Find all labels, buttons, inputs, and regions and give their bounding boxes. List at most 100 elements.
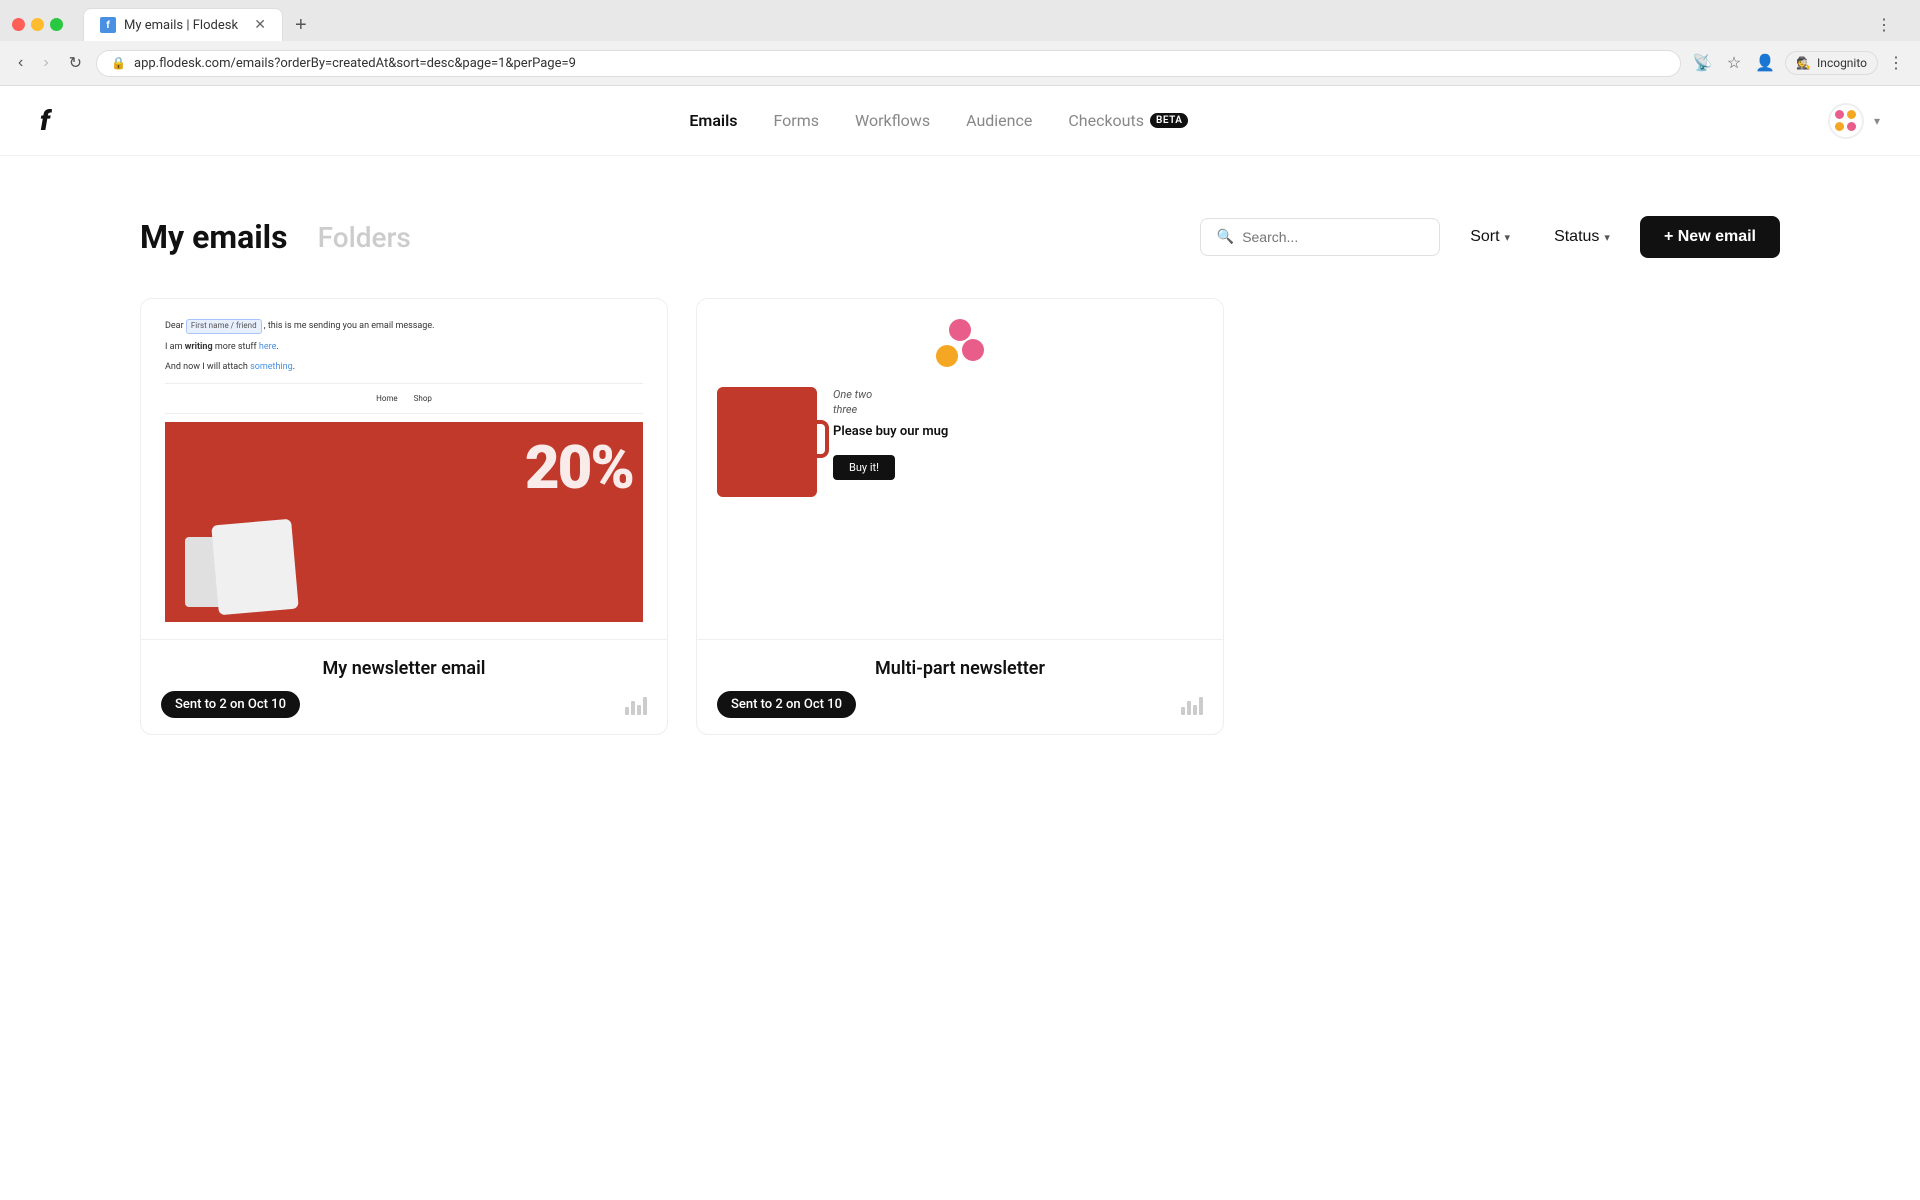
email-card-title-1: My newsletter email xyxy=(161,658,647,679)
avatar-chevron-icon[interactable]: ▾ xyxy=(1874,114,1880,128)
browser-menu-button[interactable]: ⋮ xyxy=(1872,11,1896,39)
sale-text: 20% xyxy=(525,432,633,503)
avatar-dot-4 xyxy=(1847,122,1856,131)
bar-4 xyxy=(643,697,647,715)
search-icon: 🔍 xyxy=(1217,229,1234,245)
email-preview-2: One twothree Please buy our mug Buy it! xyxy=(697,299,1223,639)
app-logo: f xyxy=(40,104,50,137)
status-chevron-icon: ▾ xyxy=(1604,231,1610,244)
active-tab[interactable]: f My emails | Flodesk ✕ xyxy=(83,8,283,41)
avatar-dot-2 xyxy=(1847,110,1856,119)
merge-tag: First name / friend xyxy=(186,319,262,334)
avatar-dots xyxy=(1835,110,1857,132)
mug-shape-1 xyxy=(211,518,299,615)
preview-content: One twothree Please buy our mug Buy it! xyxy=(717,387,1203,497)
tab-title: My emails | Flodesk xyxy=(124,18,238,33)
search-input[interactable] xyxy=(1242,229,1423,245)
email-card-bottom-2: Sent to 2 on Oct 10 xyxy=(717,691,1203,718)
nav-emails[interactable]: Emails xyxy=(689,111,737,130)
close-window-button[interactable] xyxy=(12,18,25,31)
preview-link: here xyxy=(259,342,276,352)
email-card[interactable]: Dear First name / friend , this is me se… xyxy=(140,298,668,735)
email-card-2[interactable]: One twothree Please buy our mug Buy it! … xyxy=(696,298,1224,735)
bar-d xyxy=(1199,697,1203,715)
preview-image-1: 20% xyxy=(165,422,643,622)
mug-title: Please buy our mug xyxy=(833,424,1203,439)
bar-a xyxy=(1181,707,1185,715)
back-button[interactable]: ‹ xyxy=(12,50,29,76)
page-title-group: My emails Folders xyxy=(140,218,411,256)
sent-badge-1: Sent to 2 on Oct 10 xyxy=(161,691,300,718)
profile-icon[interactable]: 👤 xyxy=(1751,49,1779,77)
app-header: f Emails Forms Workflows Audience Checko… xyxy=(0,86,1920,156)
new-email-button[interactable]: + New email xyxy=(1640,216,1780,258)
logo-dot-right xyxy=(962,339,984,361)
email-card-title-2: Multi-part newsletter xyxy=(717,658,1203,679)
nav-home: Home xyxy=(376,394,398,403)
preview-line-2: I am writing more stuff here. xyxy=(165,340,643,354)
bar-b xyxy=(1187,701,1191,715)
sort-label: Sort xyxy=(1470,228,1499,246)
avatar[interactable] xyxy=(1828,103,1864,139)
nav-audience[interactable]: Audience xyxy=(966,111,1032,130)
browser-controls: ‹ › ↻ 🔒 app.flodesk.com/emails?orderBy=c… xyxy=(0,41,1920,85)
browser-chrome: f My emails | Flodesk ✕ + ⋮ ‹ › ↻ 🔒 app.… xyxy=(0,0,1920,86)
address-bar[interactable]: 🔒 app.flodesk.com/emails?orderBy=created… xyxy=(96,50,1681,77)
main-content: My emails Folders 🔍 Sort ▾ Status ▾ + Ne… xyxy=(0,156,1920,795)
avatar-dot-3 xyxy=(1835,122,1844,131)
bookmark-icon[interactable]: ☆ xyxy=(1723,49,1745,77)
new-tab-button[interactable]: + xyxy=(287,10,315,41)
bar-1 xyxy=(625,707,629,715)
status-label: Status xyxy=(1554,228,1599,246)
analytics-icon-1 xyxy=(625,695,647,715)
preview-line-1: Dear First name / friend , this is me se… xyxy=(165,319,643,334)
logo-dot-left xyxy=(936,345,958,367)
cast-icon[interactable]: 📡 xyxy=(1689,49,1717,77)
page-actions: 🔍 Sort ▾ Status ▾ + New email xyxy=(1200,216,1780,258)
nav-shop: Shop xyxy=(414,394,432,403)
preview-line-3: And now I will attach something. xyxy=(165,360,643,374)
preview-link-2: something xyxy=(250,362,293,372)
tab-close-button[interactable]: ✕ xyxy=(254,17,266,33)
email-preview-1: Dear First name / friend , this is me se… xyxy=(141,299,667,639)
sort-chevron-icon: ▾ xyxy=(1505,231,1511,244)
browser-overflow-button[interactable]: ⋮ xyxy=(1884,49,1908,77)
preview-logo xyxy=(936,319,984,367)
forward-button[interactable]: › xyxy=(37,50,54,76)
minimize-window-button[interactable] xyxy=(31,18,44,31)
nav-forms[interactable]: Forms xyxy=(773,111,819,130)
traffic-lights xyxy=(12,18,63,31)
status-button[interactable]: Status ▾ xyxy=(1540,218,1624,256)
nav-workflows[interactable]: Workflows xyxy=(855,111,930,130)
browser-tabs: f My emails | Flodesk ✕ + ⋮ xyxy=(0,0,1920,41)
header-right: ▾ xyxy=(1828,103,1880,139)
search-box[interactable]: 🔍 xyxy=(1200,218,1440,256)
email-card-footer-1: My newsletter email Sent to 2 on Oct 10 xyxy=(141,639,667,734)
preview-nav: Home Shop xyxy=(165,383,643,414)
sort-button[interactable]: Sort ▾ xyxy=(1456,218,1524,256)
url-display: app.flodesk.com/emails?orderBy=createdAt… xyxy=(134,56,576,71)
tab-favicon: f xyxy=(100,17,116,33)
email-grid: Dear First name / friend , this is me se… xyxy=(140,298,1780,735)
avatar-dot-1 xyxy=(1835,110,1844,119)
reload-button[interactable]: ↻ xyxy=(63,49,88,77)
incognito-badge: 🕵 Incognito xyxy=(1785,51,1878,75)
incognito-icon: 🕵 xyxy=(1796,56,1811,70)
analytics-icon-2 xyxy=(1181,695,1203,715)
handwriting-text: One twothree xyxy=(833,387,1203,418)
folders-link[interactable]: Folders xyxy=(318,221,411,254)
preview-text: One twothree Please buy our mug Buy it! xyxy=(833,387,1203,480)
nav-checkouts[interactable]: Checkouts BETA xyxy=(1068,111,1188,130)
bar-3 xyxy=(637,705,641,715)
browser-actions: 📡 ☆ 👤 🕵 Incognito ⋮ xyxy=(1689,49,1908,77)
incognito-label: Incognito xyxy=(1817,56,1867,70)
email-card-bottom-1: Sent to 2 on Oct 10 xyxy=(161,691,647,718)
logo-dot-top xyxy=(949,319,971,341)
sent-badge-2: Sent to 2 on Oct 10 xyxy=(717,691,856,718)
bar-2 xyxy=(631,701,635,715)
logo-dots-bottom xyxy=(936,345,984,367)
email-card-footer-2: Multi-part newsletter Sent to 2 on Oct 1… xyxy=(697,639,1223,734)
buy-button-preview: Buy it! xyxy=(833,455,895,480)
maximize-window-button[interactable] xyxy=(50,18,63,31)
mug-image xyxy=(717,387,817,497)
